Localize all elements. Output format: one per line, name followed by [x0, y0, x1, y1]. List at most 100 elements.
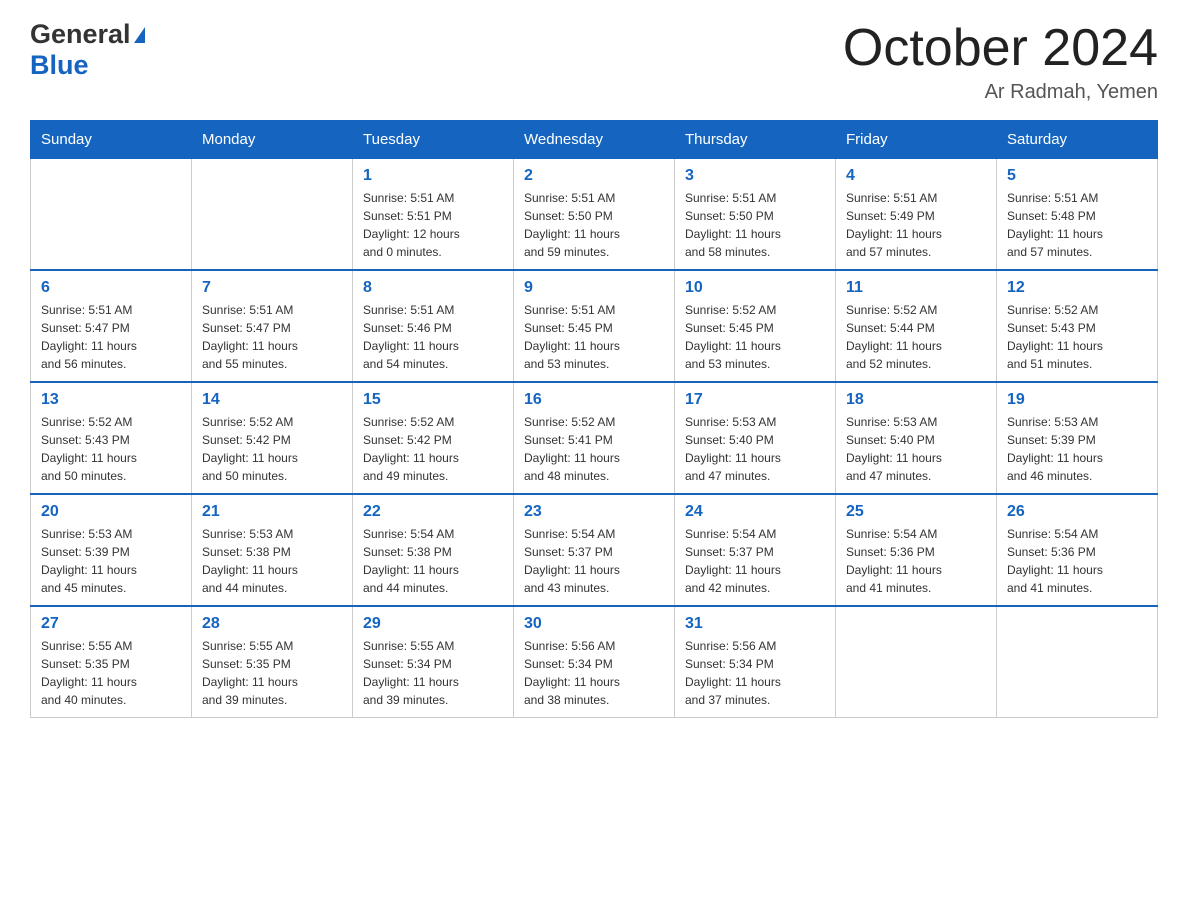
calendar-cell: 30 Sunrise: 5:56 AM Sunset: 5:34 PM Dayli… — [514, 606, 675, 718]
week-row-2: 6 Sunrise: 5:51 AM Sunset: 5:47 PM Daylig… — [31, 270, 1158, 382]
month-title: October 2024 — [843, 20, 1158, 77]
logo-triangle-icon — [134, 27, 145, 43]
day-number: 17 — [685, 391, 825, 409]
calendar-cell: 15Sunrise: 5:52 AM Sunset: 5:42 PM Dayli… — [353, 382, 514, 494]
day-number: 24 — [685, 503, 825, 521]
day-info: Sunrise: 5:54 AM Sunset: 5:38 PM Dayligh… — [363, 525, 503, 597]
day-info: Sunrise: 5:51 AM Sunset: 5:45 PM Dayligh… — [524, 301, 664, 373]
day-number: 3 — [685, 167, 825, 185]
day-info: Sunrise: 5:51 AM Sunset: 5:51 PM Dayligh… — [363, 189, 503, 261]
day-number: 28 — [202, 615, 342, 633]
calendar-cell: 10 Sunrise: 5:52 AM Sunset: 5:45 PM Dayli… — [675, 270, 836, 382]
week-row-5: 27 Sunrise: 5:55 AM Sunset: 5:35 PM Dayli… — [31, 606, 1158, 718]
day-info: Sunrise: 5:53 AM Sunset: 5:40 PM Dayligh… — [685, 413, 825, 485]
day-info: Sunrise: 5:52 AM Sunset: 5:43 PM Dayligh… — [41, 413, 181, 485]
calendar-cell: 12 Sunrise: 5:52 AM Sunset: 5:43 PM Dayli… — [997, 270, 1158, 382]
day-info: Sunrise: 5:51 AM Sunset: 5:46 PM Dayligh… — [363, 301, 503, 373]
day-info: Sunrise: 5:51 AM Sunset: 5:50 PM Dayligh… — [524, 189, 664, 261]
calendar-cell — [836, 606, 997, 718]
day-info: Sunrise: 5:51 AM Sunset: 5:47 PM Dayligh… — [41, 301, 181, 373]
logo-general-line: General — [30, 20, 145, 50]
calendar-cell: 16 Sunrise: 5:52 AM Sunset: 5:41 PM Dayli… — [514, 382, 675, 494]
header-day-thursday: Thursday — [675, 121, 836, 159]
day-number: 11 — [846, 279, 986, 297]
day-number: 6 — [41, 279, 181, 297]
calendar-cell — [997, 606, 1158, 718]
week-row-3: 13 Sunrise: 5:52 AM Sunset: 5:43 PM Dayli… — [31, 382, 1158, 494]
day-info: Sunrise: 5:51 AM Sunset: 5:50 PM Dayligh… — [685, 189, 825, 261]
calendar-cell: 11 Sunrise: 5:52 AM Sunset: 5:44 PM Dayli… — [836, 270, 997, 382]
calendar-cell: 18Sunrise: 5:53 AM Sunset: 5:40 PM Dayli… — [836, 382, 997, 494]
day-info: Sunrise: 5:55 AM Sunset: 5:35 PM Dayligh… — [202, 637, 342, 709]
logo-general-text: General — [30, 20, 131, 50]
calendar-cell: 19 Sunrise: 5:53 AM Sunset: 5:39 PM Dayli… — [997, 382, 1158, 494]
calendar-cell: 9Sunrise: 5:51 AM Sunset: 5:45 PM Daylig… — [514, 270, 675, 382]
header-day-friday: Friday — [836, 121, 997, 159]
location-subtitle: Ar Radmah, Yemen — [843, 81, 1158, 104]
header-day-sunday: Sunday — [31, 121, 192, 159]
calendar-cell: 6 Sunrise: 5:51 AM Sunset: 5:47 PM Daylig… — [31, 270, 192, 382]
day-info: Sunrise: 5:54 AM Sunset: 5:36 PM Dayligh… — [846, 525, 986, 597]
day-number: 22 — [363, 503, 503, 521]
calendar-cell: 4 Sunrise: 5:51 AM Sunset: 5:49 PM Daylig… — [836, 159, 997, 271]
day-info: Sunrise: 5:54 AM Sunset: 5:36 PM Dayligh… — [1007, 525, 1147, 597]
day-number: 15 — [363, 391, 503, 409]
day-number: 7 — [202, 279, 342, 297]
calendar-cell: 2Sunrise: 5:51 AM Sunset: 5:50 PM Daylig… — [514, 159, 675, 271]
calendar-cell: 5Sunrise: 5:51 AM Sunset: 5:48 PM Daylig… — [997, 159, 1158, 271]
day-info: Sunrise: 5:53 AM Sunset: 5:39 PM Dayligh… — [41, 525, 181, 597]
day-number: 13 — [41, 391, 181, 409]
day-info: Sunrise: 5:55 AM Sunset: 5:34 PM Dayligh… — [363, 637, 503, 709]
day-info: Sunrise: 5:51 AM Sunset: 5:47 PM Dayligh… — [202, 301, 342, 373]
calendar-cell: 7 Sunrise: 5:51 AM Sunset: 5:47 PM Daylig… — [192, 270, 353, 382]
day-number: 25 — [846, 503, 986, 521]
calendar-table: SundayMondayTuesdayWednesdayThursdayFrid… — [30, 120, 1158, 718]
day-number: 23 — [524, 503, 664, 521]
day-number: 16 — [524, 391, 664, 409]
day-number: 26 — [1007, 503, 1147, 521]
logo-blue-line: Blue — [30, 50, 89, 81]
day-info: Sunrise: 5:53 AM Sunset: 5:39 PM Dayligh… — [1007, 413, 1147, 485]
calendar-cell: 27Sunrise: 5:55 AM Sunset: 5:35 PM Dayli… — [31, 606, 192, 718]
day-info: Sunrise: 5:51 AM Sunset: 5:48 PM Dayligh… — [1007, 189, 1147, 261]
page-header: General Blue October 2024 Ar Radmah, Yem… — [30, 20, 1158, 104]
day-number: 20 — [41, 503, 181, 521]
calendar-cell: 3 Sunrise: 5:51 AM Sunset: 5:50 PM Daylig… — [675, 159, 836, 271]
day-number: 4 — [846, 167, 986, 185]
day-number: 14 — [202, 391, 342, 409]
day-info: Sunrise: 5:52 AM Sunset: 5:45 PM Dayligh… — [685, 301, 825, 373]
calendar-cell: 31Sunrise: 5:56 AM Sunset: 5:34 PM Dayli… — [675, 606, 836, 718]
calendar-cell: 23 Sunrise: 5:54 AM Sunset: 5:37 PM Dayli… — [514, 494, 675, 606]
calendar-cell: 29 Sunrise: 5:55 AM Sunset: 5:34 PM Dayli… — [353, 606, 514, 718]
day-number: 10 — [685, 279, 825, 297]
calendar-cell: 20 Sunrise: 5:53 AM Sunset: 5:39 PM Dayli… — [31, 494, 192, 606]
day-info: Sunrise: 5:52 AM Sunset: 5:41 PM Dayligh… — [524, 413, 664, 485]
header-day-saturday: Saturday — [997, 121, 1158, 159]
calendar-cell: 28 Sunrise: 5:55 AM Sunset: 5:35 PM Dayli… — [192, 606, 353, 718]
header-day-monday: Monday — [192, 121, 353, 159]
calendar-cell: 17 Sunrise: 5:53 AM Sunset: 5:40 PM Dayli… — [675, 382, 836, 494]
calendar-cell: 14Sunrise: 5:52 AM Sunset: 5:42 PM Dayli… — [192, 382, 353, 494]
day-number: 29 — [363, 615, 503, 633]
calendar-cell: 22 Sunrise: 5:54 AM Sunset: 5:38 PM Dayli… — [353, 494, 514, 606]
header-day-wednesday: Wednesday — [514, 121, 675, 159]
day-info: Sunrise: 5:54 AM Sunset: 5:37 PM Dayligh… — [685, 525, 825, 597]
calendar-cell: 25 Sunrise: 5:54 AM Sunset: 5:36 PM Dayli… — [836, 494, 997, 606]
day-info: Sunrise: 5:52 AM Sunset: 5:44 PM Dayligh… — [846, 301, 986, 373]
day-number: 12 — [1007, 279, 1147, 297]
day-info: Sunrise: 5:56 AM Sunset: 5:34 PM Dayligh… — [685, 637, 825, 709]
day-info: Sunrise: 5:54 AM Sunset: 5:37 PM Dayligh… — [524, 525, 664, 597]
calendar-cell: 13 Sunrise: 5:52 AM Sunset: 5:43 PM Dayli… — [31, 382, 192, 494]
day-info: Sunrise: 5:51 AM Sunset: 5:49 PM Dayligh… — [846, 189, 986, 261]
calendar-cell — [192, 159, 353, 271]
calendar-cell: 1Sunrise: 5:51 AM Sunset: 5:51 PM Daylig… — [353, 159, 514, 271]
day-info: Sunrise: 5:52 AM Sunset: 5:43 PM Dayligh… — [1007, 301, 1147, 373]
day-number: 19 — [1007, 391, 1147, 409]
week-row-4: 20 Sunrise: 5:53 AM Sunset: 5:39 PM Dayli… — [31, 494, 1158, 606]
calendar-cell: 24 Sunrise: 5:54 AM Sunset: 5:37 PM Dayli… — [675, 494, 836, 606]
day-info: Sunrise: 5:53 AM Sunset: 5:38 PM Dayligh… — [202, 525, 342, 597]
title-area: October 2024 Ar Radmah, Yemen — [843, 20, 1158, 104]
day-info: Sunrise: 5:56 AM Sunset: 5:34 PM Dayligh… — [524, 637, 664, 709]
day-number: 27 — [41, 615, 181, 633]
day-number: 30 — [524, 615, 664, 633]
